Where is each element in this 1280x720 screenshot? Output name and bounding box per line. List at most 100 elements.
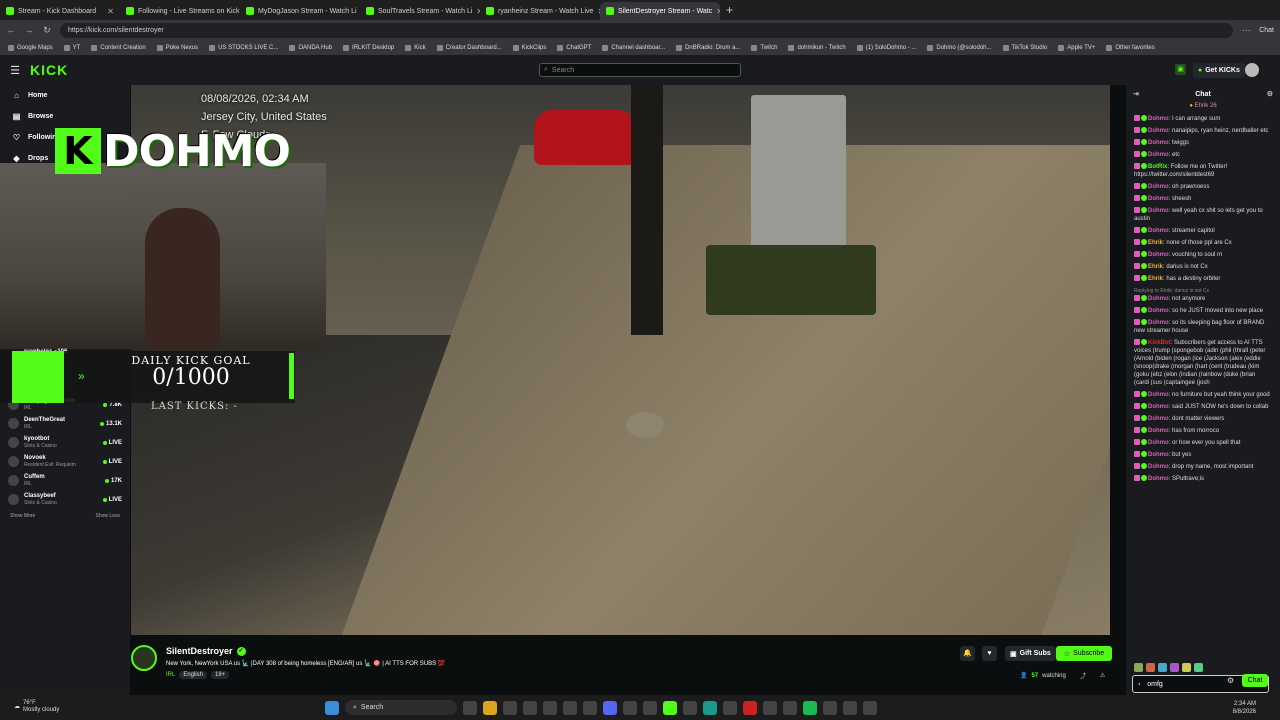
chat-username[interactable]: Ehrik: [1148, 264, 1163, 270]
streamer-name[interactable]: SilentDestroyer: [166, 646, 233, 656]
weather-widget[interactable]: ☁ 76°F Mostly cloudy: [14, 700, 59, 714]
close-tab-icon[interactable]: ✕: [107, 7, 114, 16]
follow-heart-icon[interactable]: ♥: [982, 646, 997, 661]
app-icon[interactable]: [543, 700, 557, 715]
browser-tab[interactable]: SoulTravels Stream - Watch Li ✕: [360, 2, 480, 20]
start-icon[interactable]: [325, 700, 339, 715]
emote-icon[interactable]: [1158, 663, 1167, 672]
sidebar-channel[interactable]: Cuffem IRL 17K: [0, 471, 130, 490]
notification-bell-icon[interactable]: 🔔: [960, 646, 975, 661]
bookmark[interactable]: Google Maps: [8, 44, 53, 51]
browser-tab-active[interactable]: SilentDestroyer Stream - Watc ✕: [600, 2, 720, 20]
edge-icon[interactable]: [703, 700, 717, 715]
chat-settings-icon[interactable]: ⚙: [1227, 676, 1234, 685]
emote-icon[interactable]: [1182, 663, 1191, 672]
browser-tab[interactable]: MyDogJason Stream - Watch Li✕: [240, 2, 360, 20]
browser-tab[interactable]: Following - Live Streams on Kick✕: [120, 2, 240, 20]
kicks-wallet-icon[interactable]: ▣: [1175, 64, 1186, 75]
youtube-icon[interactable]: [743, 700, 757, 715]
chat-users-icon[interactable]: ⚙: [1267, 90, 1273, 98]
chat-username[interactable]: Dohmo: [1148, 320, 1169, 326]
subscribe-button[interactable]: ☆ Subscribe: [1056, 646, 1112, 661]
share-icon[interactable]: ⤴: [1080, 671, 1086, 680]
emote-icon[interactable]: [1194, 663, 1203, 672]
chat-username[interactable]: Dohmo: [1148, 252, 1169, 258]
app-icon[interactable]: [623, 700, 637, 715]
kick-app-icon[interactable]: [663, 700, 677, 715]
chat-username[interactable]: Dohmo: [1148, 140, 1169, 146]
extensions-icon[interactable]: ⋯: [1241, 25, 1251, 36]
gift-subs-button[interactable]: ▣ Gift Subs: [1005, 646, 1056, 661]
browser-tab[interactable]: ryanheinz Stream - Watch Live✕: [480, 2, 600, 20]
chat-username[interactable]: Dohmo: [1148, 208, 1169, 214]
file-explorer-icon[interactable]: [483, 700, 497, 715]
bookmark[interactable]: IRLKIT Desktop: [343, 44, 394, 51]
chat-username[interactable]: Dohmo: [1148, 116, 1169, 122]
bookmark[interactable]: Apple TV+: [1058, 44, 1095, 51]
app-icon[interactable]: [823, 700, 837, 715]
bookmark[interactable]: Kick: [405, 44, 426, 51]
emote-icon[interactable]: [1146, 663, 1155, 672]
search-input[interactable]: ⌕ Search: [539, 63, 741, 77]
report-icon[interactable]: ⚠: [1100, 672, 1105, 679]
bookmark[interactable]: Content Creation: [91, 44, 146, 51]
new-tab-button[interactable]: +: [720, 3, 739, 17]
chat-username[interactable]: Dohmo: [1148, 440, 1169, 446]
emote-icon[interactable]: [1134, 663, 1143, 672]
chat-username[interactable]: Dohmo: [1148, 184, 1169, 190]
chat-username[interactable]: Dohmo: [1148, 428, 1169, 434]
user-avatar[interactable]: [1245, 63, 1259, 77]
category-link[interactable]: IRL: [166, 671, 175, 679]
app-icon[interactable]: [563, 700, 577, 715]
sidebar-channel[interactable]: Classybeef Slots & Casino LIVE: [0, 490, 130, 509]
system-clock[interactable]: 2:34 AM 8/8/2026: [1233, 700, 1256, 716]
kick-logo[interactable]: KICK: [30, 62, 68, 78]
tag-language[interactable]: English: [179, 671, 208, 679]
bookmark[interactable]: KickClips: [512, 44, 546, 51]
bookmark[interactable]: TikTok Studio: [1002, 44, 1047, 51]
chat-username[interactable]: Dohmo: [1148, 392, 1169, 398]
app-icon[interactable]: [643, 700, 657, 715]
browser-tab[interactable]: Stream - Kick Dashboard ✕: [0, 2, 120, 20]
forward-icon[interactable]: →: [24, 25, 34, 35]
bookmark[interactable]: Creator Dashboard...: [436, 44, 502, 51]
app-icon[interactable]: [763, 700, 777, 715]
sidebar-channel[interactable]: Novoek Resident Evil: Requiem LIVE: [0, 452, 130, 471]
chat-username[interactable]: Ehrik: [1148, 276, 1163, 282]
show-less-link[interactable]: Show Less: [96, 513, 120, 519]
chat-username[interactable]: Dohmo: [1148, 228, 1169, 234]
discord-icon[interactable]: [603, 700, 617, 715]
bookmark[interactable]: DnBRadio: Drum a...: [676, 44, 740, 51]
xbox-icon[interactable]: [683, 700, 697, 715]
chat-username[interactable]: Dohmo: [1148, 152, 1169, 158]
url-input[interactable]: https://kick.com/silentdestroyer: [60, 22, 1234, 38]
bookmark[interactable]: US STOCKS LIVE C...: [209, 44, 278, 51]
chat-username[interactable]: Dohmo: [1148, 476, 1169, 482]
x-icon[interactable]: [783, 700, 797, 715]
emote-icon[interactable]: [1170, 663, 1179, 672]
app-icon[interactable]: [523, 700, 537, 715]
app-icon[interactable]: [723, 700, 737, 715]
bookmark[interactable]: (1) SoloDohmo - ...: [856, 44, 916, 51]
other-favorites[interactable]: Other favorites: [1106, 44, 1155, 51]
back-icon[interactable]: ←: [6, 25, 16, 35]
send-chat-button[interactable]: Chat: [1242, 674, 1268, 687]
copilot-chat-button[interactable]: Chat: [1259, 27, 1274, 34]
tag-mature[interactable]: 18+: [211, 671, 230, 679]
chat-username[interactable]: Ehrik: [1148, 240, 1163, 246]
chat-username[interactable]: Dohmo: [1148, 416, 1169, 422]
reload-icon[interactable]: ↻: [42, 25, 52, 36]
task-view-icon[interactable]: [463, 700, 477, 715]
chat-username[interactable]: KickBot: [1148, 340, 1171, 346]
chat-username[interactable]: BotRix: [1148, 164, 1167, 170]
chat-username[interactable]: Dohmo: [1148, 452, 1169, 458]
bookmark[interactable]: OANDA Hub: [289, 44, 332, 51]
app-icon[interactable]: [843, 700, 857, 715]
chat-username[interactable]: Dohmo: [1148, 404, 1169, 410]
app-icon[interactable]: [503, 700, 517, 715]
sidebar-channel[interactable]: DeenTheGreat IRL 13.1K: [0, 414, 130, 433]
bookmark[interactable]: Twitch: [751, 44, 777, 51]
app-icon[interactable]: [863, 700, 877, 715]
sidebar-channel[interactable]: kyootbot Slots & Casino LIVE: [0, 433, 130, 452]
chat-username[interactable]: Dohmo: [1148, 128, 1169, 134]
